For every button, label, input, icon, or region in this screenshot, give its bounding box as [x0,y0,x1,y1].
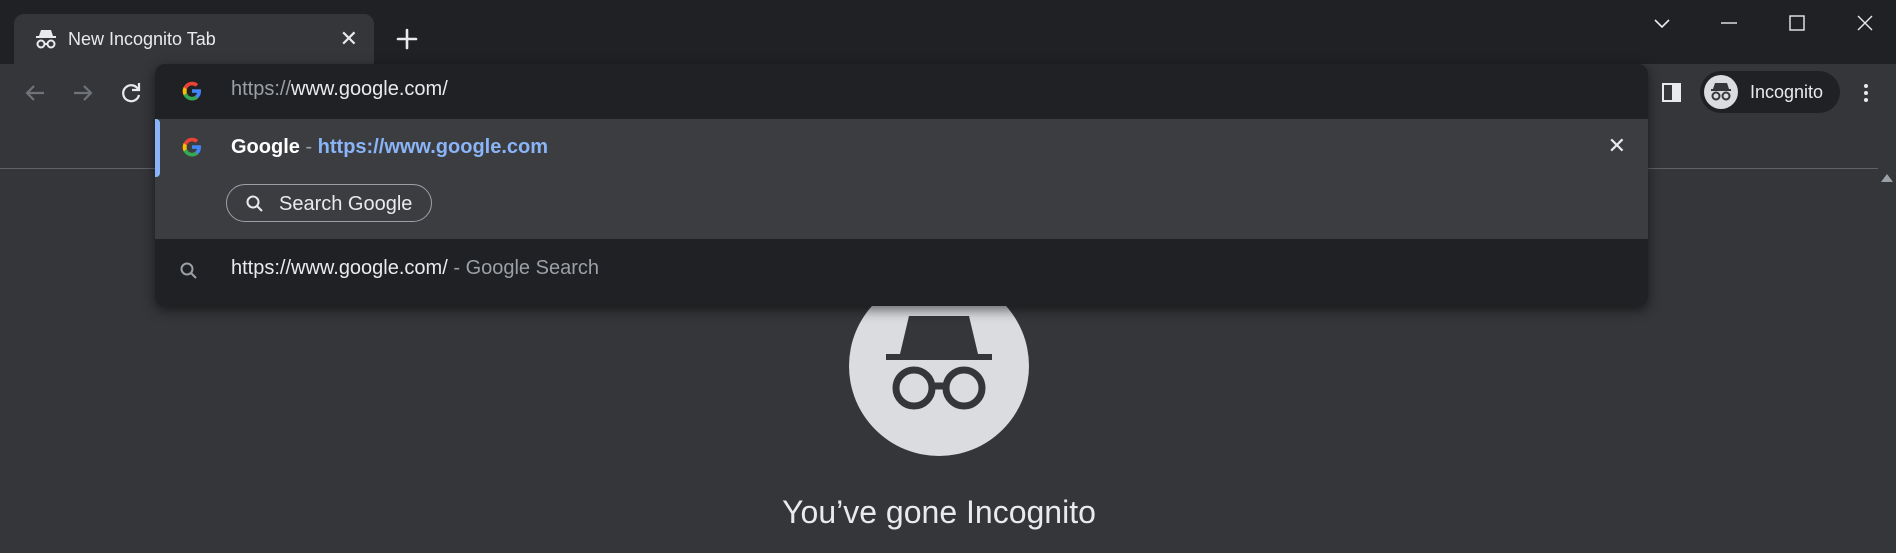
selection-indicator [155,119,160,177]
new-tab-button[interactable] [392,24,422,54]
suggestion-title: Google [231,136,300,158]
incognito-icon [34,28,58,50]
more-vert-icon [1864,84,1868,102]
tab-title: New Incognito Tab [68,29,216,49]
search-icon [179,261,199,286]
search-description: Google Search [465,257,599,279]
address-bar[interactable]: https://www.google.com/ [155,64,1648,119]
back-button[interactable] [20,78,50,108]
omnibox-dropdown: https://www.google.com/ Google - https:/… [155,64,1648,306]
search-query: https://www.google.com/ [231,257,448,279]
url-scheme: https:// [231,78,292,100]
arrow-right-icon [74,85,93,101]
search-google-button[interactable]: Search Google [226,184,432,222]
reload-icon [122,83,141,103]
google-icon [179,78,205,104]
suggestion-text: Google - https://www.google.com [231,136,548,159]
plus-icon [396,28,418,50]
page-title: You’ve gone Incognito [782,494,1096,530]
menu-button[interactable] [1856,78,1876,108]
maximize-icon [1789,15,1805,31]
close-window-button[interactable] [1843,10,1887,38]
close-icon [1857,15,1873,31]
address-input[interactable]: https://www.google.com/ [231,78,448,101]
scrollbar[interactable] [1878,168,1896,553]
tab-search-button[interactable] [1640,10,1684,38]
search-suggestion-text: https://www.google.com/ - Google Search [231,257,599,280]
google-icon [179,134,205,160]
url-host: www.google.com/ [291,78,448,100]
suggestion-url: https://www.google.com [317,136,549,158]
suggestion-google[interactable]: Google - https://www.google.com ✕ Search… [155,119,1648,239]
search-icon [246,195,263,212]
side-panel-icon [1662,83,1681,102]
profile-label: Incognito [1750,82,1824,102]
scroll-up-icon[interactable] [1881,174,1893,182]
arrow-left-icon [25,85,44,101]
profile-button[interactable]: Incognito [1700,71,1840,113]
avatar [1704,75,1738,109]
tab-close-icon[interactable]: ✕ [340,27,358,51]
search-google-label: Search Google [279,193,413,215]
side-panel-button[interactable] [1660,78,1684,106]
minimize-button[interactable] [1707,10,1751,38]
forward-button[interactable] [68,78,98,108]
suggestion-separator: - [299,136,318,158]
minimize-icon [1721,22,1737,24]
tab-new-incognito[interactable]: New Incognito Tab ✕ [14,14,374,64]
chevron-down-icon [1654,19,1670,29]
search-separator: - [447,257,466,279]
incognito-icon [1711,83,1731,101]
remove-suggestion-icon[interactable]: ✕ [1608,133,1626,159]
suggestion-search[interactable]: https://www.google.com/ - Google Search [155,239,1648,301]
maximize-button[interactable] [1775,10,1819,38]
reload-button[interactable] [116,78,146,108]
